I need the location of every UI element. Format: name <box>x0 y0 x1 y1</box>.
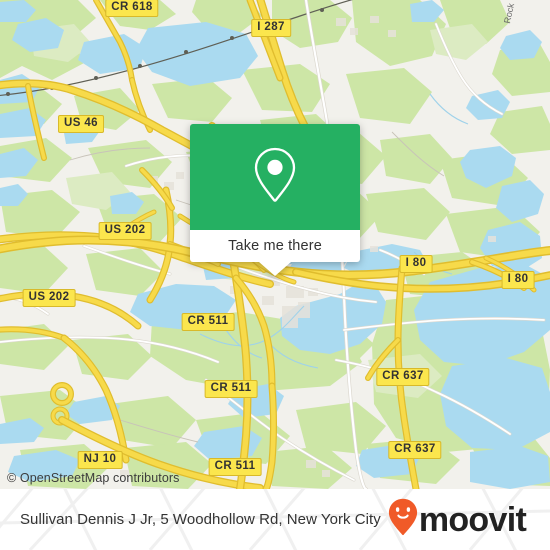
road-shield: CR 618 <box>105 0 159 17</box>
moovit-brand[interactable]: moovit <box>388 498 527 541</box>
road-shield: I 80 <box>501 271 535 289</box>
moovit-smiley-pin-icon <box>388 498 418 541</box>
footer-bar: Sullivan Dennis J Jr, 5 Woodhollow Rd, N… <box>0 489 550 550</box>
take-me-there-button[interactable]: Take me there <box>228 238 322 254</box>
road-shield: US 202 <box>22 289 76 307</box>
road-shield: US 46 <box>58 115 104 133</box>
road-shield: NJ 10 <box>77 451 123 469</box>
road-shield-label: I 287 <box>257 21 285 33</box>
road-shield-label: CR 637 <box>382 370 424 382</box>
moovit-map-screenshot: .grn { fill:#cde6a6; } .grn2 { fill:#dce… <box>0 0 550 550</box>
road-shield-label: US 202 <box>104 224 146 236</box>
road-shield: CR 511 <box>208 458 262 476</box>
road-shield-label: US 202 <box>28 291 70 303</box>
road-shield-label: I 80 <box>405 257 427 269</box>
road-shield-label: US 46 <box>64 117 98 129</box>
road-shield-label: NJ 10 <box>83 453 117 465</box>
road-shield: I 287 <box>251 19 291 37</box>
road-shield-label: CR 637 <box>394 443 436 455</box>
road-shield: CR 511 <box>204 380 258 398</box>
location-popup-card[interactable]: Take me there <box>190 124 360 276</box>
popup-footer[interactable]: Take me there <box>190 230 360 276</box>
location-pin-icon <box>252 146 298 209</box>
road-shield: CR 511 <box>181 313 235 331</box>
road-shield-label: CR 511 <box>214 460 256 472</box>
road-shield-label: I 80 <box>507 273 529 285</box>
openstreetmap-attribution[interactable]: © OpenStreetMap contributors <box>7 471 180 485</box>
popup-header <box>190 124 360 230</box>
road-shield: CR 637 <box>388 441 442 459</box>
moovit-wordmark: moovit <box>418 500 527 539</box>
location-address-label: Sullivan Dennis J Jr, 5 Woodhollow Rd, N… <box>20 511 381 528</box>
road-shield-label: CR 618 <box>111 1 153 13</box>
road-shield: US 202 <box>98 222 152 240</box>
road-shield: CR 637 <box>376 368 430 386</box>
road-shield: I 80 <box>399 255 433 273</box>
popup-tail-pointer <box>259 262 291 276</box>
road-shield-label: CR 511 <box>210 382 252 394</box>
road-shield-label: CR 511 <box>187 315 229 327</box>
